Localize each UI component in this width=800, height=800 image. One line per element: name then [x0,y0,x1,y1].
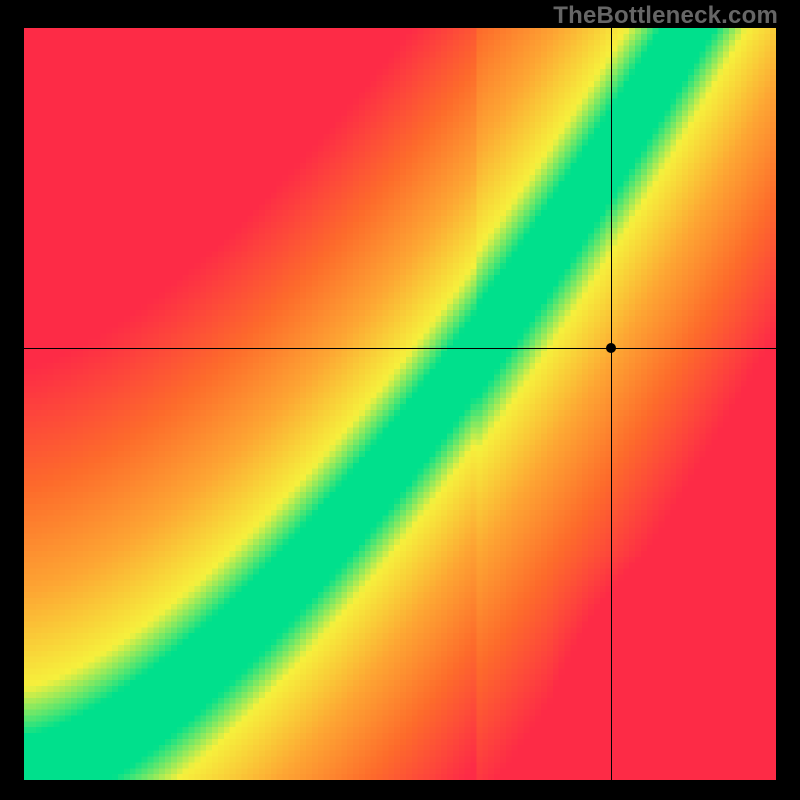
watermark-text: TheBottleneck.com [553,2,778,30]
heatmap-plot [24,28,776,780]
crosshair-horizontal [24,348,776,349]
chart-frame: TheBottleneck.com [0,0,800,800]
selection-marker [606,343,616,353]
heatmap-canvas [24,28,776,780]
crosshair-vertical [611,28,612,780]
